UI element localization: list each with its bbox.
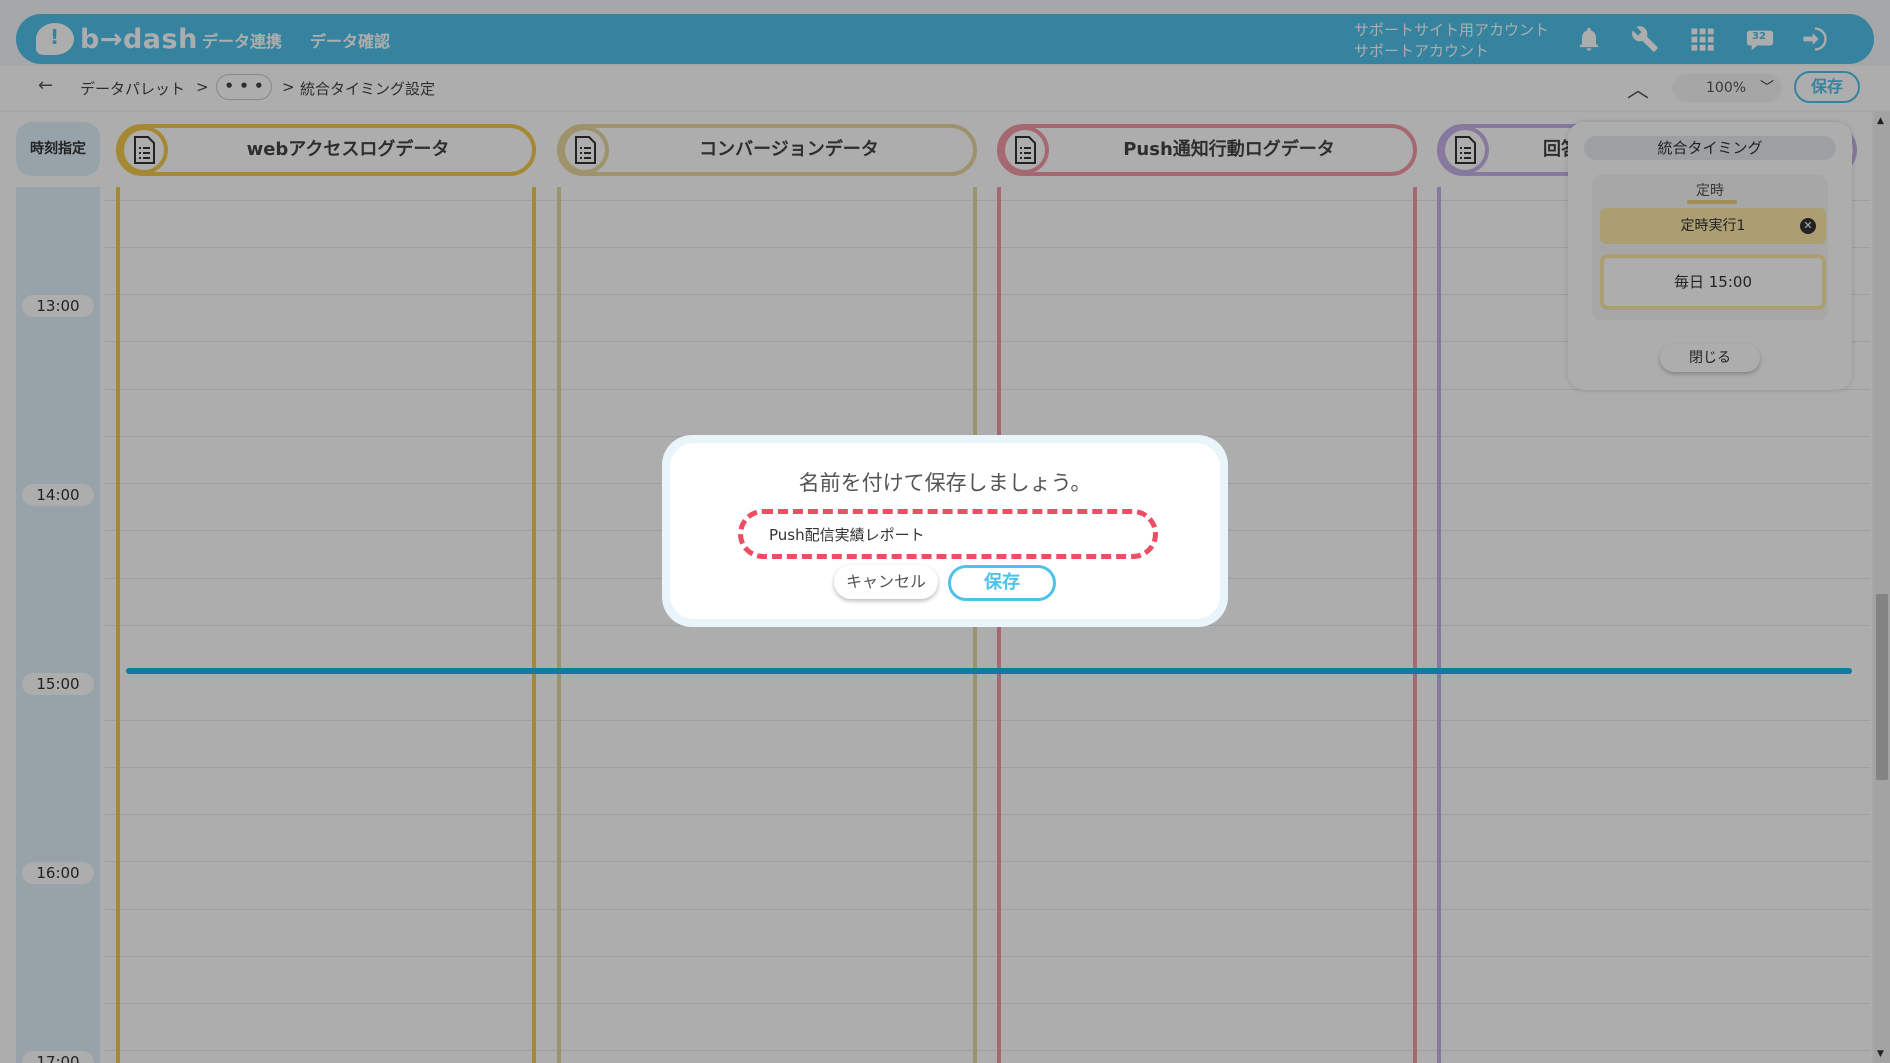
dialog-title: 名前を付けて保存しましょう。 [798,471,1092,495]
cancel-button[interactable]: キャンセル [834,565,938,599]
name-input[interactable] [738,509,1158,559]
dialog-save-button[interactable]: 保存 [948,565,1056,601]
save-dialog-body: 名前を付けて保存しましょう。 キャンセル 保存 [670,443,1220,619]
save-dialog: 名前を付けて保存しましょう。 キャンセル 保存 [662,435,1228,627]
